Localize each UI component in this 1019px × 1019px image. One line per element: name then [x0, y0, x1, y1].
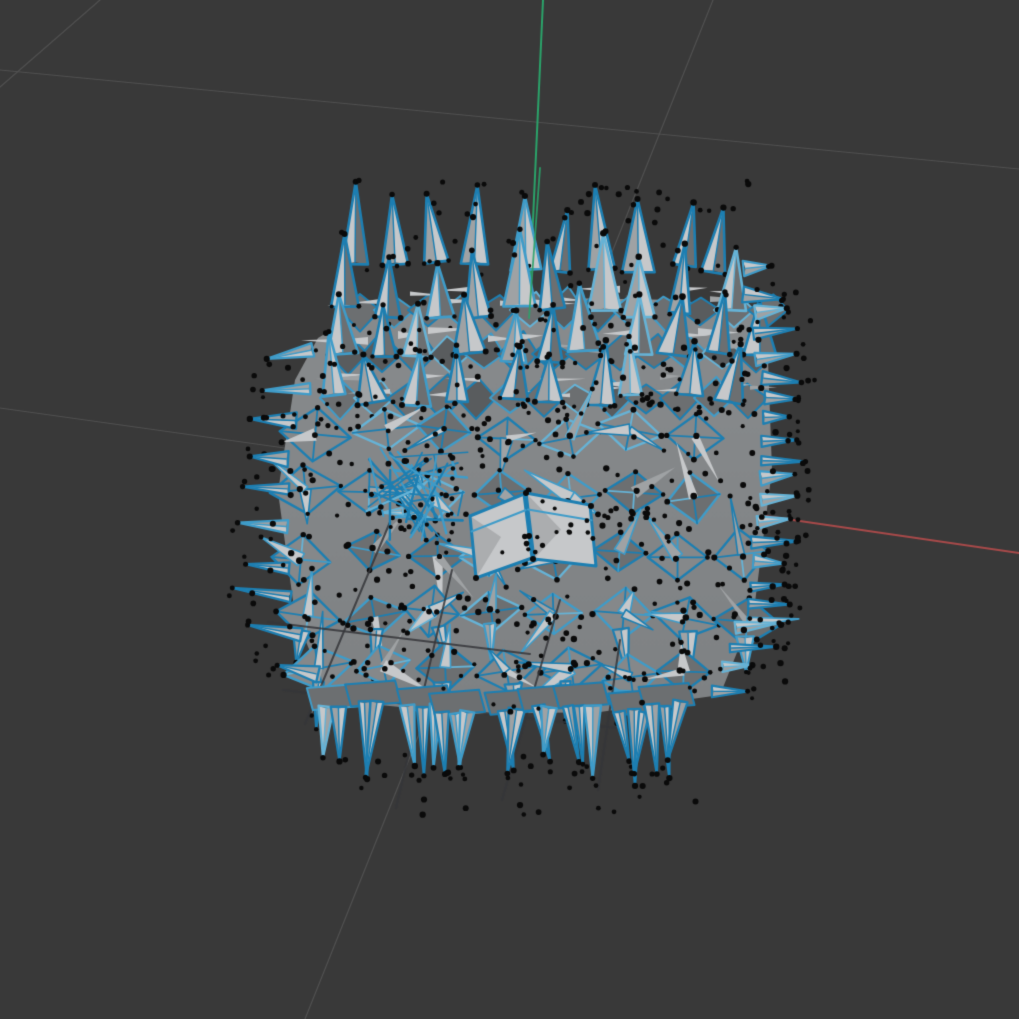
3d-viewport[interactable] — [0, 0, 1019, 1019]
viewport-canvas[interactable] — [0, 0, 1019, 1019]
